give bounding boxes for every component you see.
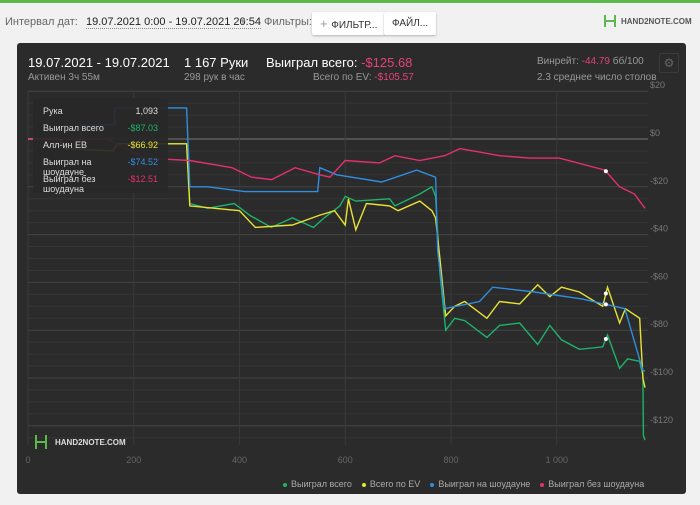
profit-chart: 0 200 400 600 800 1 000 $20 $0 -$20 -$40 -$60 -$80 -… [25, 80, 673, 465]
tooltip-row: Алл-ин ЕВ -$66.92 [43, 140, 158, 157]
x-tick-label: 1 000 [545, 455, 568, 465]
legend-dot-icon [430, 482, 435, 487]
tooltip-value: -$12.51 [127, 174, 158, 184]
y-tick-label: -$120 [650, 415, 673, 425]
x-tick-label: 200 [126, 455, 141, 465]
chart-legend: Выиграл всего Всего по EV Выиграл на шоуда… [283, 479, 644, 489]
y-tick-label: $20 [650, 80, 665, 90]
y-tick-label: -$20 [650, 176, 668, 186]
tooltip-row: Рука 1,093 [43, 106, 158, 123]
legend-dot-icon [540, 482, 545, 487]
hover-point [603, 169, 608, 174]
tooltip-row: Выиграл всего -$87.03 [43, 123, 158, 140]
legend-label: Выиграл всего [291, 479, 352, 489]
y-tick-label: -$40 [650, 224, 668, 234]
y-tick-label: $0 [650, 128, 660, 138]
legend-item[interactable]: Выиграл всего [283, 479, 352, 489]
y-tick-label: -$80 [650, 319, 668, 329]
legend-item[interactable]: Выиграл без шоудауна [540, 479, 644, 489]
tooltip-label: Рука [43, 106, 63, 116]
legend-dot-icon [361, 482, 366, 487]
y-tick-label: -$60 [650, 271, 668, 281]
hover-point [603, 291, 608, 296]
hover-point [603, 336, 608, 341]
tooltip-label: Выиграл на шоудауне [43, 157, 92, 177]
legend-item[interactable]: Выиграл на шоудауне [430, 479, 530, 489]
legend-item[interactable]: Всего по EV [361, 479, 421, 489]
hover-point [603, 302, 608, 307]
chart-tooltip: Рука 1,093 Выиграл всего -$87.03 Алл-ин ЕВ… [33, 98, 168, 194]
y-tick-label: -$100 [650, 367, 673, 377]
legend-label: Всего по EV [369, 479, 421, 489]
x-tick-label: 600 [338, 455, 353, 465]
watermark-text: HAND2NOTE.COM [55, 437, 126, 447]
tooltip-value: -$87.03 [127, 123, 158, 133]
tooltip-value: -$66.92 [127, 140, 158, 150]
x-tick-label: 400 [232, 455, 247, 465]
tooltip-label: Выиграл всего [43, 123, 104, 133]
tooltip-value: 1,093 [135, 106, 158, 116]
tooltip-label: Алл-ин ЕВ [43, 140, 88, 150]
x-tick-label: 800 [443, 455, 458, 465]
tooltip-row: Выиграл без шоудауна -$12.51 [43, 174, 158, 194]
tooltip-value: -$74.52 [127, 157, 158, 167]
legend-dot-icon [283, 482, 287, 487]
logo-icon [35, 435, 47, 449]
watermark: HAND2NOTE.COM [33, 433, 126, 451]
legend-label: Выиграл на шоудауне [438, 479, 531, 489]
tooltip-row: Выиграл на шоудауне -$74.52 [43, 157, 158, 177]
legend-label: Выиграл без шоудауна [548, 479, 645, 489]
tooltip-label: Выиграл без шоудауна [43, 174, 96, 194]
x-tick-label: 0 [25, 455, 30, 465]
